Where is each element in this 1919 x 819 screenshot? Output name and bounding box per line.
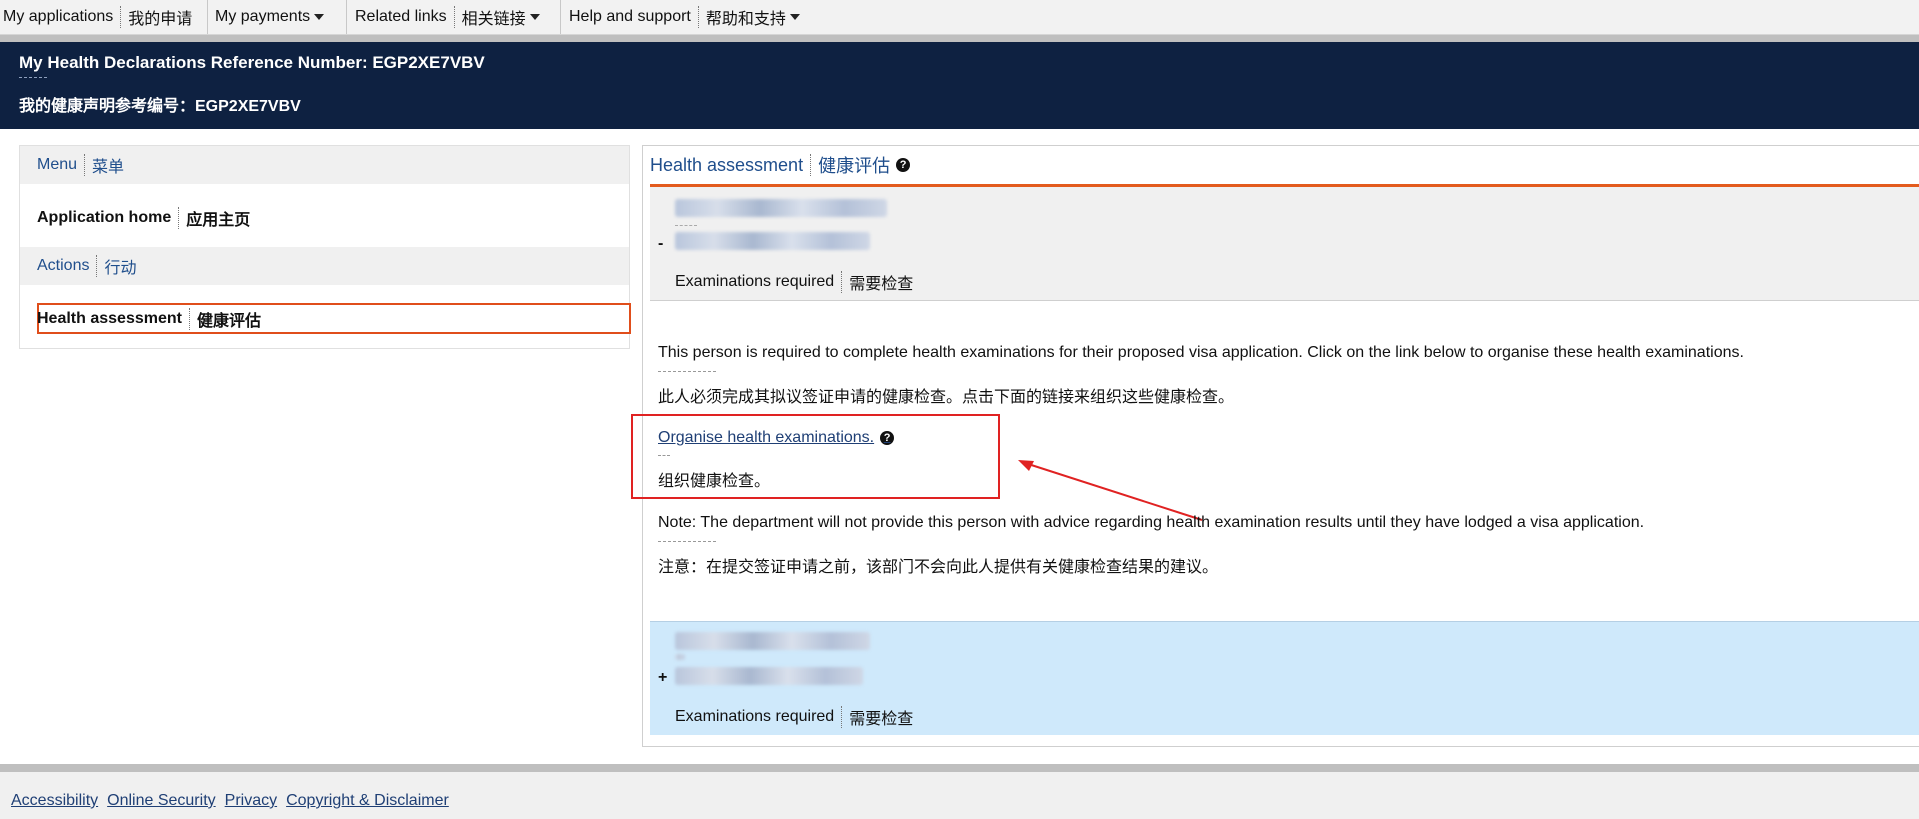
- exam-status-en: Examinations required: [675, 708, 835, 725]
- required-text-cn: 此人必须完成其拟议签证申请的健康检查。点击下面的链接来组织这些健康检查。: [658, 389, 1235, 406]
- divider: [96, 255, 98, 277]
- divider: [188, 307, 190, 330]
- redacted-mark: [675, 654, 685, 660]
- divider: [19, 77, 47, 78]
- related-links-label[interactable]: Related links: [355, 8, 447, 26]
- reference-header: My Health Declarations Reference Number:…: [0, 42, 1919, 129]
- group-divider: [560, 0, 561, 34]
- footer-gray-band: [0, 764, 1919, 772]
- health-assessment-label-cn[interactable]: 健康评估: [197, 307, 261, 331]
- divider: [453, 6, 455, 28]
- online-security-link[interactable]: Online Security: [107, 792, 216, 810]
- privacy-link[interactable]: Privacy: [225, 792, 277, 810]
- expand-toggle[interactable]: +: [658, 669, 667, 687]
- annotation-box: [631, 414, 1000, 499]
- divider: [658, 541, 716, 542]
- exam-status-row: Examinations required 需要检查: [675, 270, 913, 294]
- accessibility-link[interactable]: Accessibility: [11, 792, 98, 810]
- note-text-cn: 注意：在提交签证申请之前，该部门不会向此人提供有关健康检查结果的建议。: [658, 559, 1219, 576]
- copyright-link[interactable]: Copyright & Disclaimer: [286, 792, 449, 810]
- page-title: Health assessment 健康评估 ?: [650, 152, 911, 178]
- divider: [841, 271, 843, 293]
- sidebar-item-health-assessment[interactable]: Health assessment 健康评估: [37, 303, 261, 334]
- reference-number-cn: 我的健康声明参考编号：EGP2XE7VBV: [19, 98, 301, 115]
- nav-gray-band: [0, 35, 1919, 42]
- divider: [658, 371, 716, 372]
- my-applications-link[interactable]: My applications: [3, 8, 113, 26]
- divider: [120, 6, 122, 28]
- redacted-name: [675, 632, 870, 650]
- note-text-en: Note: The department will not provide th…: [658, 514, 1645, 531]
- applicant-section-expanded: - Examinations required 需要检查: [650, 187, 1919, 301]
- divider: [84, 154, 86, 176]
- required-text-en: This person is required to complete heal…: [658, 344, 1744, 361]
- my-applications-link-cn[interactable]: 我的申请: [128, 5, 192, 29]
- help-support-label[interactable]: Help and support: [569, 8, 691, 26]
- exam-status-cn: 需要检查: [849, 711, 914, 728]
- page-title-cn: 健康评估: [818, 156, 891, 176]
- health-assessment-label[interactable]: Health assessment: [37, 310, 182, 328]
- my-applications-group: My applications 我的申请: [3, 0, 192, 34]
- help-support-menu[interactable]: Help and support 帮助和支持: [569, 0, 800, 34]
- menu-label: Menu: [37, 156, 78, 173]
- my-payments-menu[interactable]: My payments: [215, 0, 325, 34]
- exam-status-cn: 需要检查: [849, 276, 914, 293]
- divider: [178, 207, 180, 229]
- divider: [841, 706, 843, 728]
- actions-label-cn: 行动: [104, 260, 137, 277]
- divider: [675, 225, 697, 226]
- caret-down-icon: [314, 14, 325, 20]
- menu-label-cn: 菜单: [92, 159, 125, 176]
- related-links-menu[interactable]: Related links 相关链接: [355, 0, 540, 34]
- exam-status-en: Examinations required: [675, 273, 835, 290]
- divider: [810, 154, 812, 176]
- divider: [697, 6, 699, 28]
- group-divider: [207, 0, 208, 34]
- help-icon[interactable]: ?: [896, 158, 911, 172]
- sidebar-item-application-home[interactable]: Application home 应用主页: [37, 206, 250, 230]
- collapse-toggle[interactable]: -: [658, 235, 663, 253]
- page-title-en: Health assessment: [650, 154, 804, 175]
- reference-number-en: My Health Declarations Reference Number:…: [19, 53, 485, 72]
- redacted-details: [675, 667, 863, 685]
- group-divider: [346, 0, 347, 34]
- sidebar-actions-header: Actions 行动: [20, 247, 629, 285]
- top-navigation: My applications 我的申请 My payments Related…: [0, 0, 1919, 35]
- related-links-label-cn[interactable]: 相关链接: [462, 5, 526, 29]
- footer: Accessibility Online Security Privacy Co…: [0, 772, 1919, 819]
- caret-down-icon: [529, 14, 540, 20]
- sidebar: Menu 菜单 Application home 应用主页 Actions 行动…: [19, 145, 631, 349]
- redacted-details: [675, 232, 870, 250]
- my-payments-label[interactable]: My payments: [215, 8, 310, 26]
- exam-status-row: Examinations required 需要检查: [675, 705, 913, 729]
- caret-down-icon: [789, 14, 800, 20]
- sidebar-menu-header: Menu 菜单: [20, 146, 629, 184]
- application-home-label-cn[interactable]: 应用主页: [186, 206, 250, 230]
- help-support-label-cn[interactable]: 帮助和支持: [706, 5, 786, 29]
- actions-label: Actions: [37, 257, 90, 274]
- applicant-section-collapsed[interactable]: + Examinations required 需要检查: [650, 621, 1919, 735]
- application-home-label[interactable]: Application home: [37, 209, 171, 227]
- redacted-name: [675, 199, 887, 217]
